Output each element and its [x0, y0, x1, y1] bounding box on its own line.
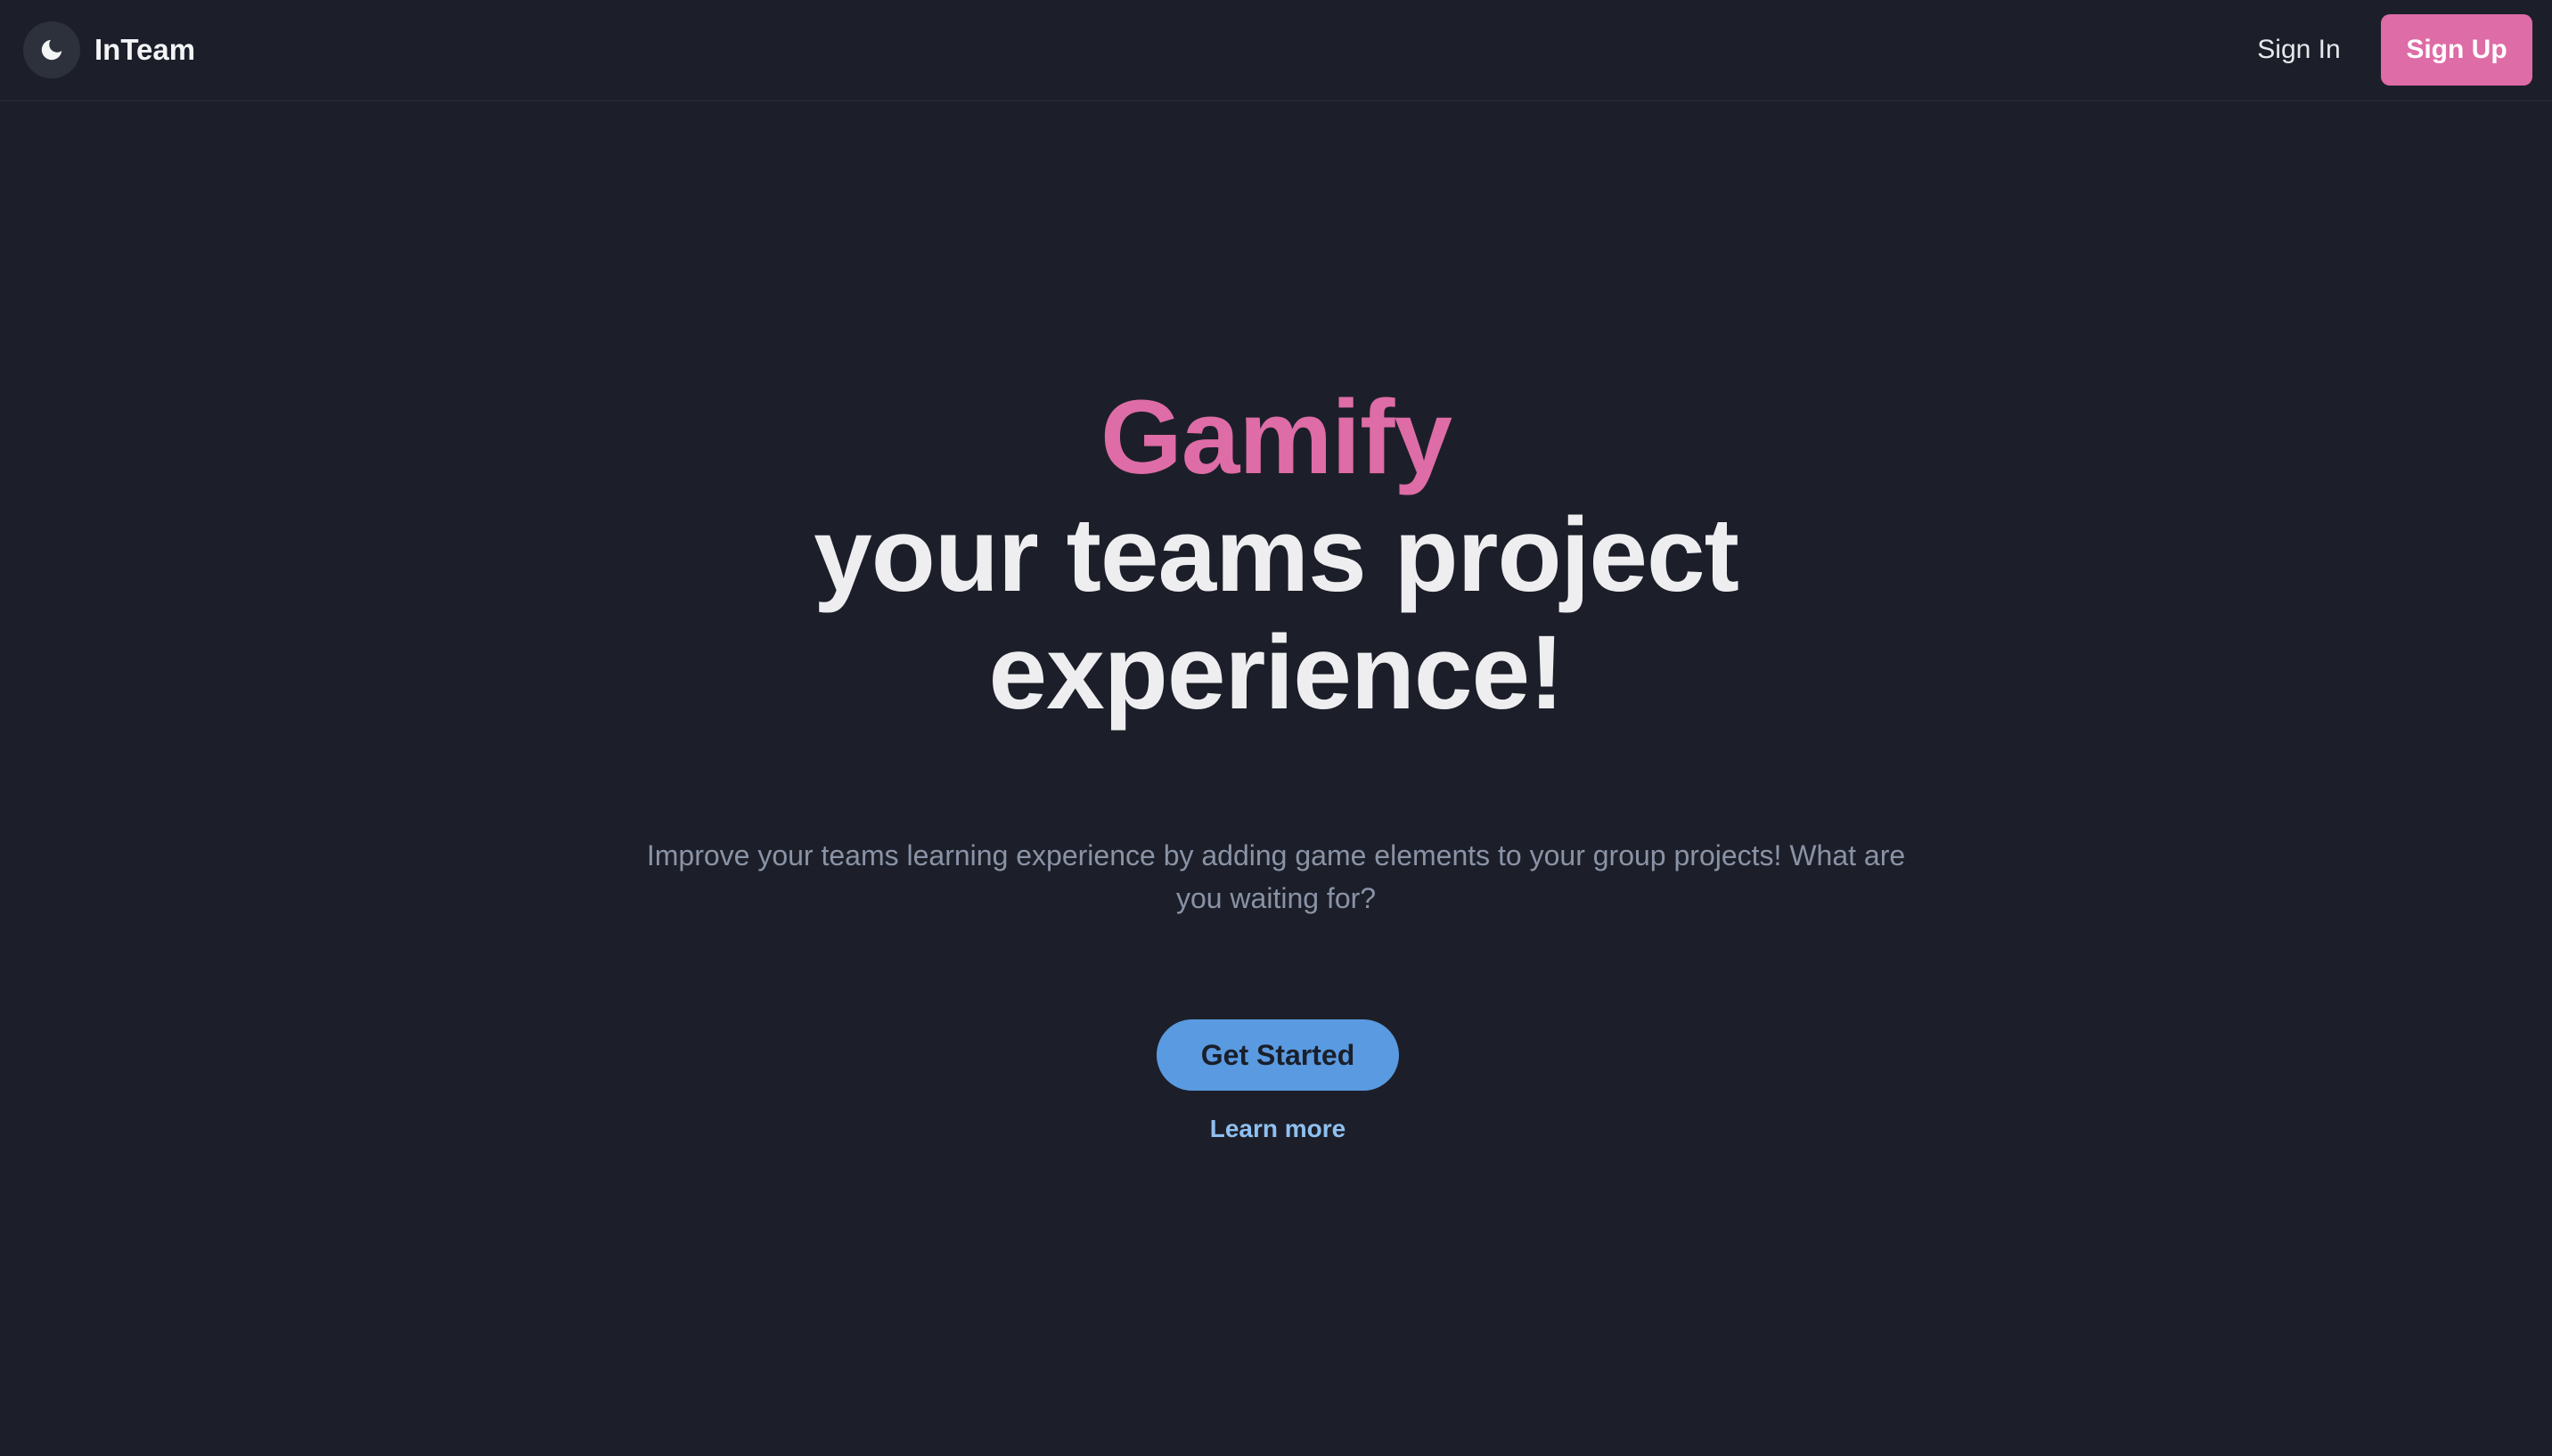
sign-up-button[interactable]: Sign Up	[2381, 14, 2532, 86]
learn-more-link[interactable]: Learn more	[1142, 1110, 1413, 1148]
theme-toggle-button[interactable]	[23, 21, 80, 78]
hero-subtitle: Improve your teams learning experience b…	[646, 839, 1906, 914]
sign-in-link[interactable]: Sign In	[2238, 29, 2360, 71]
hero-title: Gamify your teams project experience!	[0, 379, 2552, 732]
get-started-button[interactable]: Get Started	[1157, 1019, 1399, 1091]
hero-headline: your teams project experience!	[814, 496, 1739, 732]
moon-icon	[41, 39, 62, 61]
top-navbar: InTeam Sign In Sign Up	[0, 0, 2552, 102]
brand-name[interactable]: InTeam	[94, 30, 195, 70]
hero-highlight-word: Gamify	[1100, 379, 1452, 496]
